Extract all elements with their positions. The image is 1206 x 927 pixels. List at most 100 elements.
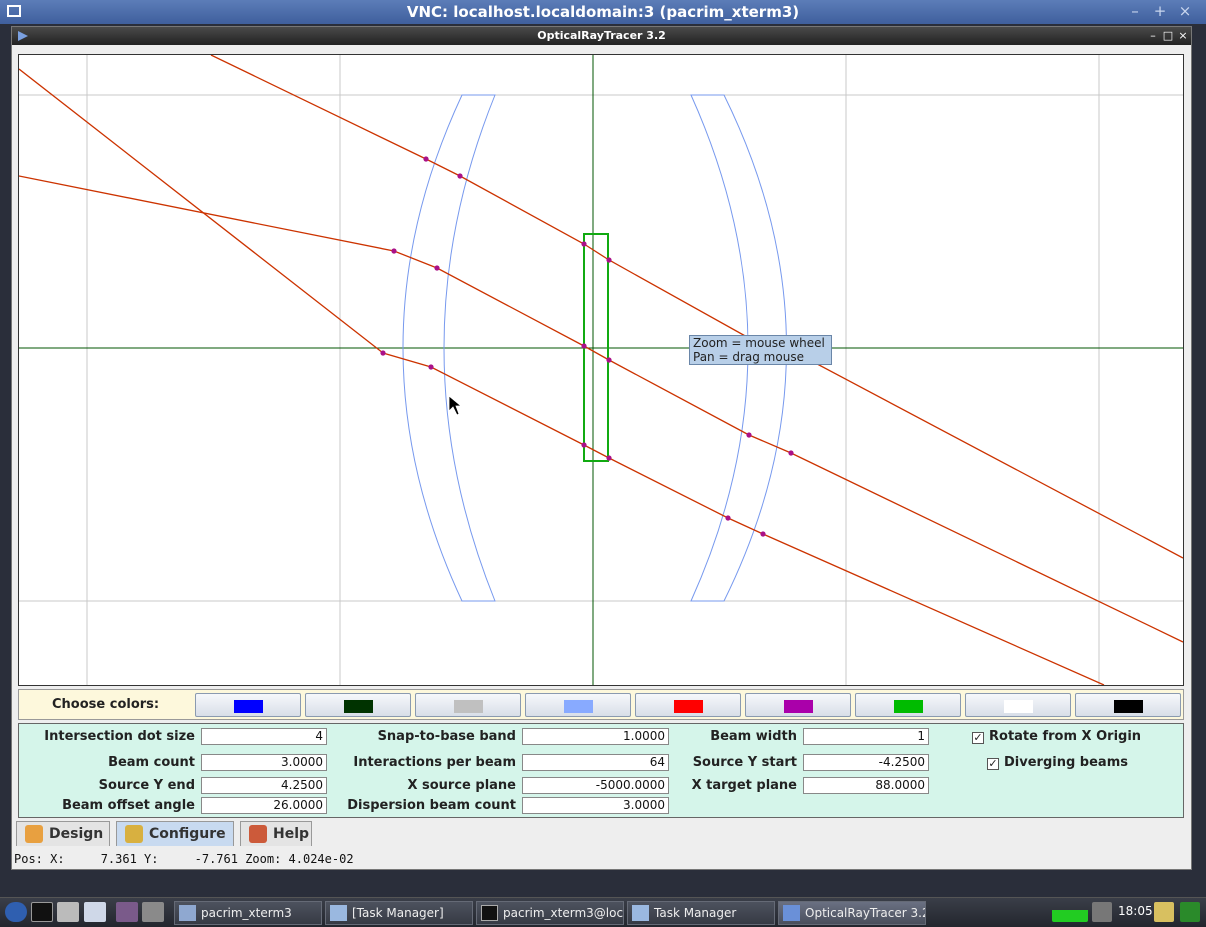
diverging-beams-checkbox[interactable]: ✓ Diverging beams <box>987 755 1128 770</box>
app-maximize-button[interactable]: □ <box>1161 28 1175 43</box>
mouse-cursor-icon <box>448 395 463 416</box>
color-button-2[interactable] <box>305 693 411 717</box>
logout-icon[interactable] <box>1180 902 1200 922</box>
beam-width-field[interactable]: 1 <box>803 728 929 745</box>
tab-configure[interactable]: Configure <box>116 821 234 846</box>
folder-icon <box>179 905 196 921</box>
tab-design[interactable]: Design <box>16 821 110 846</box>
task-opticalraytracer[interactable]: OpticalRayTracer 3.2 <box>778 901 926 925</box>
tooltip-zoom-text: Zoom = mouse wheel <box>693 336 825 350</box>
color-swatch <box>234 700 263 713</box>
task-task-manager-bracket[interactable]: [Task Manager] <box>325 901 473 925</box>
snap-to-base-band-label: Snap-to-base band <box>377 729 516 744</box>
intersection-dot-size-label: Intersection dot size <box>44 729 195 744</box>
ray-middle <box>19 175 1183 643</box>
color-button-5[interactable] <box>635 693 741 717</box>
dispersion-beam-count-field[interactable]: 3.0000 <box>522 797 669 814</box>
source-y-end-field[interactable]: 4.2500 <box>201 777 327 794</box>
interactions-per-beam-label: Interactions per beam <box>353 755 516 770</box>
window-icon <box>632 905 649 921</box>
app-close-button[interactable]: × <box>1176 28 1190 43</box>
fedora-menu-icon[interactable] <box>5 902 27 922</box>
diverging-beams-label: Diverging beams <box>1004 755 1128 770</box>
color-button-1[interactable] <box>195 693 301 717</box>
help-tooltip: Zoom = mouse wheel Pan = drag mouse <box>689 335 832 365</box>
intersection-dot-size-field[interactable]: 4 <box>201 728 327 745</box>
vnc-maximize-button[interactable]: + <box>1150 3 1170 21</box>
terminal-icon <box>481 905 498 921</box>
color-button-7[interactable] <box>855 693 961 717</box>
beam-offset-angle-field[interactable]: 26.0000 <box>201 797 327 814</box>
task-pacrim-xterm3[interactable]: pacrim_xterm3 <box>174 901 322 925</box>
ray-top <box>210 55 1183 559</box>
app-titlebar: OpticalRayTracer 3.2 – □ × <box>12 27 1191 45</box>
task-label: OpticalRayTracer 3.2 <box>805 906 926 920</box>
dispersion-beam-count-label: Dispersion beam count <box>347 798 516 813</box>
color-swatch <box>564 700 593 713</box>
snap-to-base-band-field[interactable]: 1.0000 <box>522 728 669 745</box>
app-window: OpticalRayTracer 3.2 – □ × Zoom = mouse … <box>11 26 1192 870</box>
checkmark-icon: ✓ <box>987 757 999 770</box>
task-label: pacrim_xterm3 <box>201 906 292 920</box>
tab-help-label: Help <box>273 826 310 842</box>
x-source-plane-label: X source plane <box>407 778 516 793</box>
notification-icon[interactable] <box>1154 902 1174 922</box>
task-label: [Task Manager] <box>352 906 444 920</box>
source-y-start-field[interactable]: -4.2500 <box>803 754 929 771</box>
axes <box>19 55 1183 685</box>
tab-configure-label: Configure <box>149 826 226 842</box>
task-label: pacrim_xterm3@loc... <box>503 906 624 920</box>
task-label: Task Manager <box>654 906 737 920</box>
app-title: OpticalRayTracer 3.2 <box>537 29 666 42</box>
cpu-monitor-icon <box>1052 902 1088 922</box>
color-button-6[interactable] <box>745 693 851 717</box>
tab-help[interactable]: Help <box>240 821 312 846</box>
clock: 18:05 <box>1118 904 1153 918</box>
color-swatch <box>1004 700 1033 713</box>
color-chooser-panel: Choose colors: <box>18 689 1184 720</box>
workspace-2-icon[interactable] <box>142 902 164 922</box>
rotate-from-x-origin-checkbox[interactable]: ✓ Rotate from X Origin <box>972 729 1141 744</box>
show-desktop-icon[interactable] <box>84 902 106 922</box>
terminal-launcher-icon[interactable] <box>31 902 53 922</box>
file-manager-launcher-icon[interactable] <box>57 902 79 922</box>
ray-bottom <box>19 68 1105 685</box>
tooltip-pan-text: Pan = drag mouse <box>693 350 804 364</box>
color-button-9[interactable] <box>1075 693 1181 717</box>
workspace-1-icon[interactable] <box>116 902 138 922</box>
app-minimize-button[interactable]: – <box>1146 28 1160 43</box>
color-button-4[interactable] <box>525 693 631 717</box>
ray-trace-canvas[interactable]: Zoom = mouse wheel Pan = drag mouse <box>18 54 1184 686</box>
choose-colors-label: Choose colors: <box>52 697 160 712</box>
x-source-plane-field[interactable]: -5000.0000 <box>522 777 669 794</box>
vnc-title: VNC: localhost.localdomain:3 (pacrim_xte… <box>406 3 800 21</box>
task-task-manager[interactable]: Task Manager <box>627 901 775 925</box>
app-logo-icon <box>783 905 800 921</box>
taskbar: pacrim_xterm3 [Task Manager] pacrim_xter… <box>0 897 1206 927</box>
beam-offset-angle-label: Beam offset angle <box>62 798 195 813</box>
configuration-panel: Intersection dot size 4 Beam count 3.000… <box>18 723 1184 818</box>
grid-lines <box>19 55 1183 685</box>
palette-icon <box>25 825 43 843</box>
window-icon <box>330 905 347 921</box>
volume-icon[interactable] <box>1092 902 1112 922</box>
color-button-3[interactable] <box>415 693 521 717</box>
interactions-per-beam-field[interactable]: 64 <box>522 754 669 771</box>
beam-count-field[interactable]: 3.0000 <box>201 754 327 771</box>
vnc-titlebar: VNC: localhost.localdomain:3 (pacrim_xte… <box>0 0 1206 24</box>
checkmark-icon: ✓ <box>972 731 984 744</box>
beam-width-label: Beam width <box>710 729 797 744</box>
source-y-end-label: Source Y end <box>98 778 195 793</box>
vnc-close-button[interactable]: × <box>1175 3 1195 21</box>
ray-trace-drawing <box>19 55 1183 685</box>
color-swatch <box>894 700 923 713</box>
tools-icon <box>125 825 143 843</box>
vnc-minimize-button[interactable]: – <box>1125 3 1145 21</box>
x-target-plane-label: X target plane <box>691 778 797 793</box>
status-bar: Pos: X: 7.361 Y: -7.761 Zoom: 4.024e-02 <box>14 852 354 866</box>
task-xterm[interactable]: pacrim_xterm3@loc... <box>476 901 624 925</box>
rotate-from-x-origin-label: Rotate from X Origin <box>989 729 1142 744</box>
x-target-plane-field[interactable]: 88.0000 <box>803 777 929 794</box>
color-button-8[interactable] <box>965 693 1071 717</box>
color-swatch <box>454 700 483 713</box>
